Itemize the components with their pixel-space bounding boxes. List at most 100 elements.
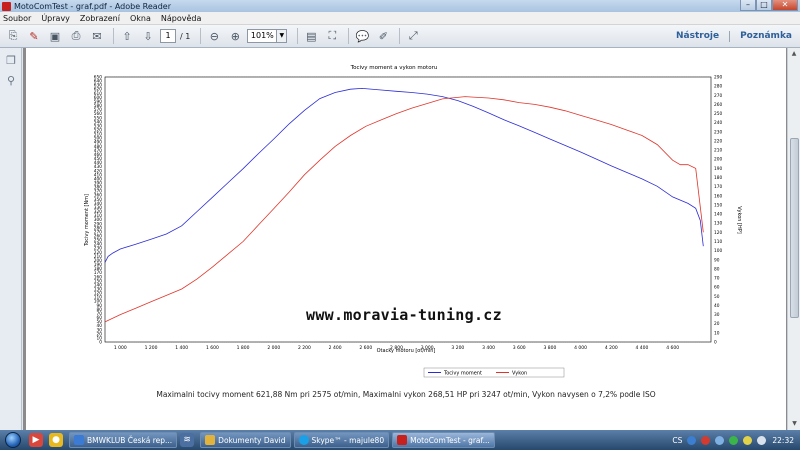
zoom-out-icon[interactable]: ⊖ (205, 27, 223, 45)
email-icon[interactable]: ✉ (88, 27, 106, 45)
volume-icon[interactable] (757, 435, 767, 445)
y2-tick-label: 120 (714, 230, 722, 236)
antivirus-icon[interactable] (729, 435, 739, 445)
adobe-reader-icon (397, 435, 408, 445)
taskbar-item-browser[interactable]: BMWKLUB Česká rep... (69, 432, 178, 448)
y2-tick-label: 230 (714, 129, 722, 135)
print-icon[interactable]: ⎙ (67, 27, 85, 45)
save-icon[interactable]: ▣ (46, 27, 64, 45)
x-tick-label: 2 200 (298, 345, 311, 351)
y2-tick-label: 260 (714, 102, 722, 108)
pdf-page: 0 10 20 30 40 50 60 70 80 90 100 110 120 130 140 150 160… (26, 48, 786, 430)
toolbar-divider (200, 28, 202, 44)
expand-icon[interactable]: ⤢ (404, 27, 422, 45)
flag-icon[interactable] (743, 435, 753, 445)
y2-tick-label: 20 (714, 321, 720, 327)
chart-caption: Maximalni tocivy moment 621,88 Nm pri 25… (156, 390, 656, 399)
x-tick-label: 3 200 (451, 345, 464, 351)
y2-tick-label: 70 (714, 276, 720, 282)
highlight-icon[interactable]: ✐ (374, 27, 392, 45)
comment-icon[interactable]: 💬 (353, 27, 371, 45)
y2-tick-label: 130 (714, 221, 722, 227)
taskbar-item-label: MotoComTest - graf... (410, 435, 490, 445)
folder-icon (205, 435, 216, 445)
menu-help[interactable]: Nápověda (161, 14, 202, 23)
x-tick-label: 4 600 (666, 345, 679, 351)
next-page-icon[interactable]: ⇩ (139, 27, 157, 45)
media-player-icon[interactable]: ▶ (29, 433, 43, 447)
x-tick-label: 3 800 (543, 345, 556, 351)
window-titlebar[interactable]: MotoComTest - graf.pdf - Adobe Reader – … (0, 0, 800, 12)
taskbar-item-skype[interactable]: Skype™ - majule80 (293, 432, 390, 448)
edit-pdf-icon[interactable]: ✎ (25, 27, 43, 45)
chart-plot-frame (104, 76, 712, 343)
fit-page-icon[interactable]: ▤ (302, 27, 320, 45)
adobe-reader-icon (2, 1, 11, 11)
y2-tick-label: 210 (714, 148, 722, 154)
scroll-down-icon[interactable]: ▼ (788, 418, 800, 430)
window-title: MotoComTest - graf.pdf - Adobe Reader (14, 1, 171, 11)
torque-power-chart: 0 10 20 30 40 50 60 70 80 90 100 110 120 130 140 150 160… (84, 65, 742, 378)
zoom-dropdown-icon[interactable]: ▼ (277, 29, 288, 43)
app-switcher-icon[interactable]: ≋ (180, 433, 195, 447)
toolbar-divider (113, 28, 114, 44)
chart-title: Tocivy moment a vykon motoru (350, 65, 438, 71)
y2-tick-label: 0 (714, 340, 717, 346)
y2-tick-label: 240 (714, 120, 722, 126)
previous-page-icon[interactable]: ⇧ (118, 27, 136, 45)
y2-tick-label: 170 (714, 184, 722, 190)
tools-link[interactable]: Nástroje (676, 31, 719, 42)
scroll-up-icon[interactable]: ▲ (788, 48, 800, 60)
navigation-panel: ❐ ⚲ (0, 48, 22, 430)
x-tick-label: 4 400 (636, 345, 649, 351)
link-divider (729, 31, 731, 42)
clock[interactable]: 22:32 (772, 436, 794, 445)
close-button[interactable]: ✕ (772, 0, 798, 11)
toolbar-divider (348, 28, 350, 44)
menu-view[interactable]: Zobrazení (80, 14, 120, 23)
vertical-scrollbar[interactable]: ▲ ▼ (787, 48, 800, 430)
y2-tick-label: 180 (714, 175, 722, 181)
start-button[interactable] (0, 430, 26, 450)
y2-tick-label: 160 (714, 193, 722, 199)
chart-legend: Tocivy moment Vykon (423, 367, 565, 378)
scroll-thumb[interactable] (790, 138, 799, 318)
zoom-in-icon[interactable]: ⊕ (226, 27, 244, 45)
network-icon[interactable] (715, 435, 725, 445)
y2-tick-label: 100 (714, 248, 722, 254)
y2-tick-label: 270 (714, 93, 722, 99)
system-tray: CS 22:32 (666, 430, 800, 450)
y-tick-label: 650 (94, 75, 102, 81)
menu-window[interactable]: Okna (130, 14, 151, 23)
maximize-button[interactable]: □ (756, 0, 772, 11)
menu-file[interactable]: Soubor (3, 14, 31, 23)
minimize-button[interactable]: – (740, 0, 756, 11)
taskbar-item-label: Skype™ - majule80 (311, 435, 385, 445)
chart-x-label: Otacky motoru [ot/min] (377, 348, 436, 354)
x-tick-label: 1 600 (206, 345, 219, 351)
x-tick-label: 1 200 (145, 345, 158, 351)
pages-thumbnail-icon[interactable]: ❐ (4, 54, 18, 68)
y2-tick-label: 10 (714, 330, 720, 336)
chrome-icon[interactable]: ● (49, 433, 63, 447)
y2-tick-label: 190 (714, 166, 722, 172)
taskbar-item-folder[interactable]: Dokumenty David (200, 432, 291, 448)
taskbar-item-reader[interactable]: MotoComTest - graf... (392, 432, 495, 448)
x-tick-label: 4 000 (574, 345, 587, 351)
attachments-icon[interactable]: ⚲ (4, 74, 18, 88)
menu-edit[interactable]: Úpravy (41, 14, 70, 23)
fit-width-icon[interactable]: ⛶ (323, 27, 341, 45)
chart-y2-ticks: 0 10 20 30 40 50 60 70 80 90 100 110 120 130 140 150 160… (714, 75, 722, 346)
create-pdf-icon[interactable]: ⎘ (4, 27, 22, 45)
language-indicator[interactable]: CS (672, 436, 682, 445)
help-icon[interactable] (687, 435, 697, 445)
zoom-input[interactable]: 101% (247, 29, 278, 43)
menu-bar: Soubor Úpravy Zobrazení Okna Nápověda (0, 12, 800, 25)
security-icon[interactable] (701, 435, 711, 445)
page-number-input[interactable]: 1 (160, 29, 176, 43)
comment-link[interactable]: Poznámka (740, 31, 792, 42)
chart-y2-label: Vykon [HP] (736, 206, 742, 234)
taskbar-item-label: BMWKLUB Česká rep... (87, 435, 173, 445)
y2-tick-label: 150 (714, 202, 722, 208)
y2-tick-label: 140 (714, 212, 722, 218)
